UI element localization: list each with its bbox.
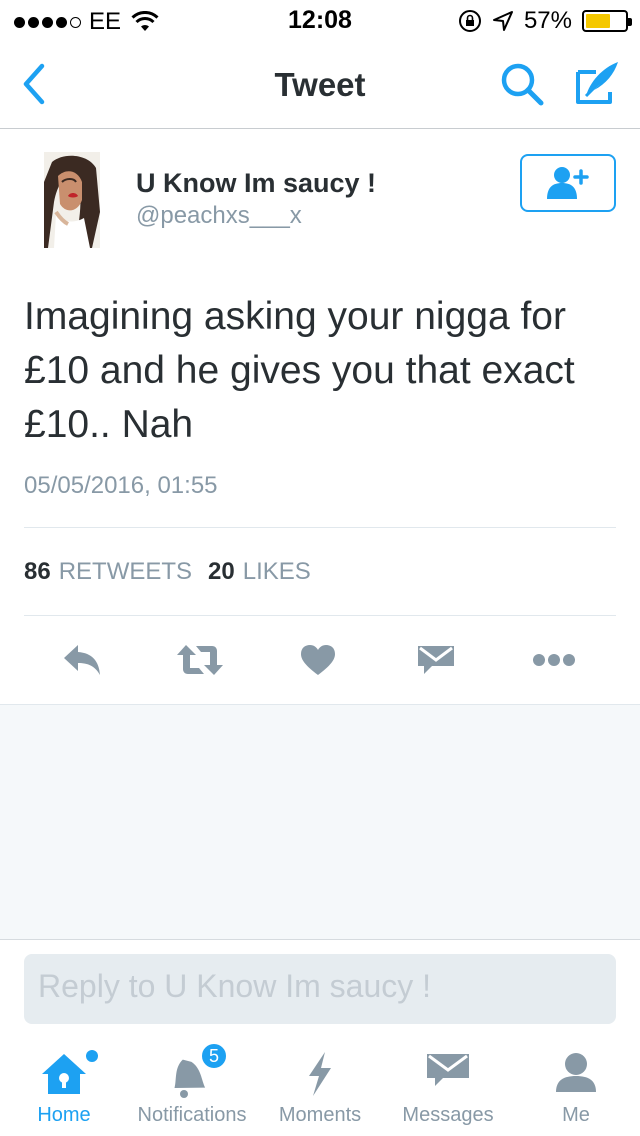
battery-percent: 57%: [523, 7, 572, 34]
envelope-icon: [427, 1054, 469, 1086]
tweet-actions: [0, 636, 640, 684]
direct-message-button[interactable]: [412, 636, 460, 684]
retweet-icon: [177, 645, 223, 675]
search-icon: [501, 63, 544, 106]
status-right: 57%: [458, 7, 632, 35]
battery-icon: [582, 10, 632, 32]
tab-home[interactable]: Home: [0, 1036, 128, 1136]
notification-badge: 5: [200, 1042, 228, 1070]
reply-button[interactable]: [58, 636, 106, 684]
likes-label: LIKES: [242, 558, 311, 585]
more-options-button[interactable]: [530, 636, 578, 684]
likes-count: 20: [208, 558, 235, 585]
person-icon: [556, 1053, 596, 1092]
divider: [24, 615, 616, 616]
tab-moments[interactable]: Moments: [256, 1036, 384, 1136]
tab-bar: Home 5 Notifications Moments Messages Me: [0, 1036, 640, 1136]
location-arrow-icon: [492, 11, 513, 31]
retweets-label: RETWEETS: [58, 558, 193, 585]
tab-label: Moments: [278, 1104, 362, 1126]
tab-label: Me: [562, 1104, 590, 1126]
nav-bar: Tweet: [0, 40, 640, 129]
retweets-count: 86: [24, 558, 51, 585]
follow-button[interactable]: [520, 154, 616, 212]
reply-arrow-icon: [64, 645, 100, 675]
tab-messages[interactable]: Messages: [384, 1036, 512, 1136]
user-handle[interactable]: @peachxs___x: [136, 202, 302, 230]
new-content-indicator: [86, 1050, 98, 1062]
tab-me[interactable]: Me: [512, 1036, 640, 1136]
orientation-lock-icon: [458, 10, 481, 32]
add-user-icon: [547, 167, 589, 199]
retweets-stat[interactable]: 86 RETWEETS: [24, 558, 192, 586]
search-button[interactable]: [498, 60, 546, 108]
tab-label: Messages: [402, 1104, 494, 1126]
tab-label: Notifications: [137, 1104, 247, 1126]
tweet-timestamp: 05/05/2016, 01:55: [24, 472, 218, 499]
likes-stat[interactable]: 20 LIKES: [208, 558, 311, 586]
lightning-icon: [309, 1052, 331, 1096]
tweet-stats: 86 RETWEETS 20 LIKES: [24, 558, 311, 586]
like-button[interactable]: [294, 636, 342, 684]
avatar-photo: [44, 152, 100, 248]
tab-notifications[interactable]: 5 Notifications: [128, 1036, 256, 1136]
tweet-text: Imagining asking your nigga for £10 and …: [24, 295, 575, 446]
heart-icon: [301, 645, 335, 675]
status-bar: EE 12:08 57%: [0, 0, 640, 40]
compose-quill-icon: [576, 62, 618, 104]
ellipsis-icon: [533, 654, 575, 666]
compose-tweet-button[interactable]: [572, 58, 622, 108]
home-icon: [42, 1054, 86, 1094]
envelope-icon: [418, 646, 454, 674]
user-display-name[interactable]: U Know Im saucy !: [136, 168, 376, 199]
retweet-button[interactable]: [176, 636, 224, 684]
empty-replies-area: [0, 704, 640, 940]
user-avatar[interactable]: [44, 152, 100, 248]
reply-input[interactable]: Reply to U Know Im saucy !: [24, 954, 616, 1024]
divider: [24, 527, 616, 528]
